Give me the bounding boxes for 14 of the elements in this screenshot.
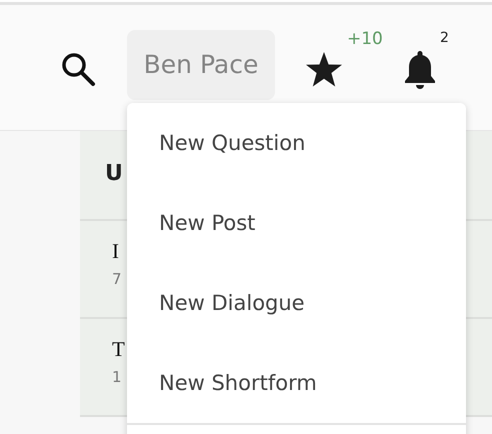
section-title: U: [105, 161, 123, 186]
menu-item[interactable]: New Shortform: [127, 343, 466, 423]
post-title[interactable]: I: [112, 239, 119, 264]
post-meta: 1: [112, 368, 122, 386]
notification-count: 2: [440, 30, 449, 46]
bell-icon[interactable]: [404, 50, 436, 90]
search-icon[interactable]: [60, 51, 97, 88]
post-meta: 7: [112, 270, 122, 288]
menu-item[interactable]: New Dialogue: [127, 263, 466, 343]
karma-change: +10: [347, 28, 383, 48]
post-title[interactable]: T: [112, 337, 125, 362]
star-icon[interactable]: [305, 50, 343, 88]
menu-item[interactable]: New Post: [127, 183, 466, 263]
menu-item[interactable]: New Question: [127, 103, 466, 183]
